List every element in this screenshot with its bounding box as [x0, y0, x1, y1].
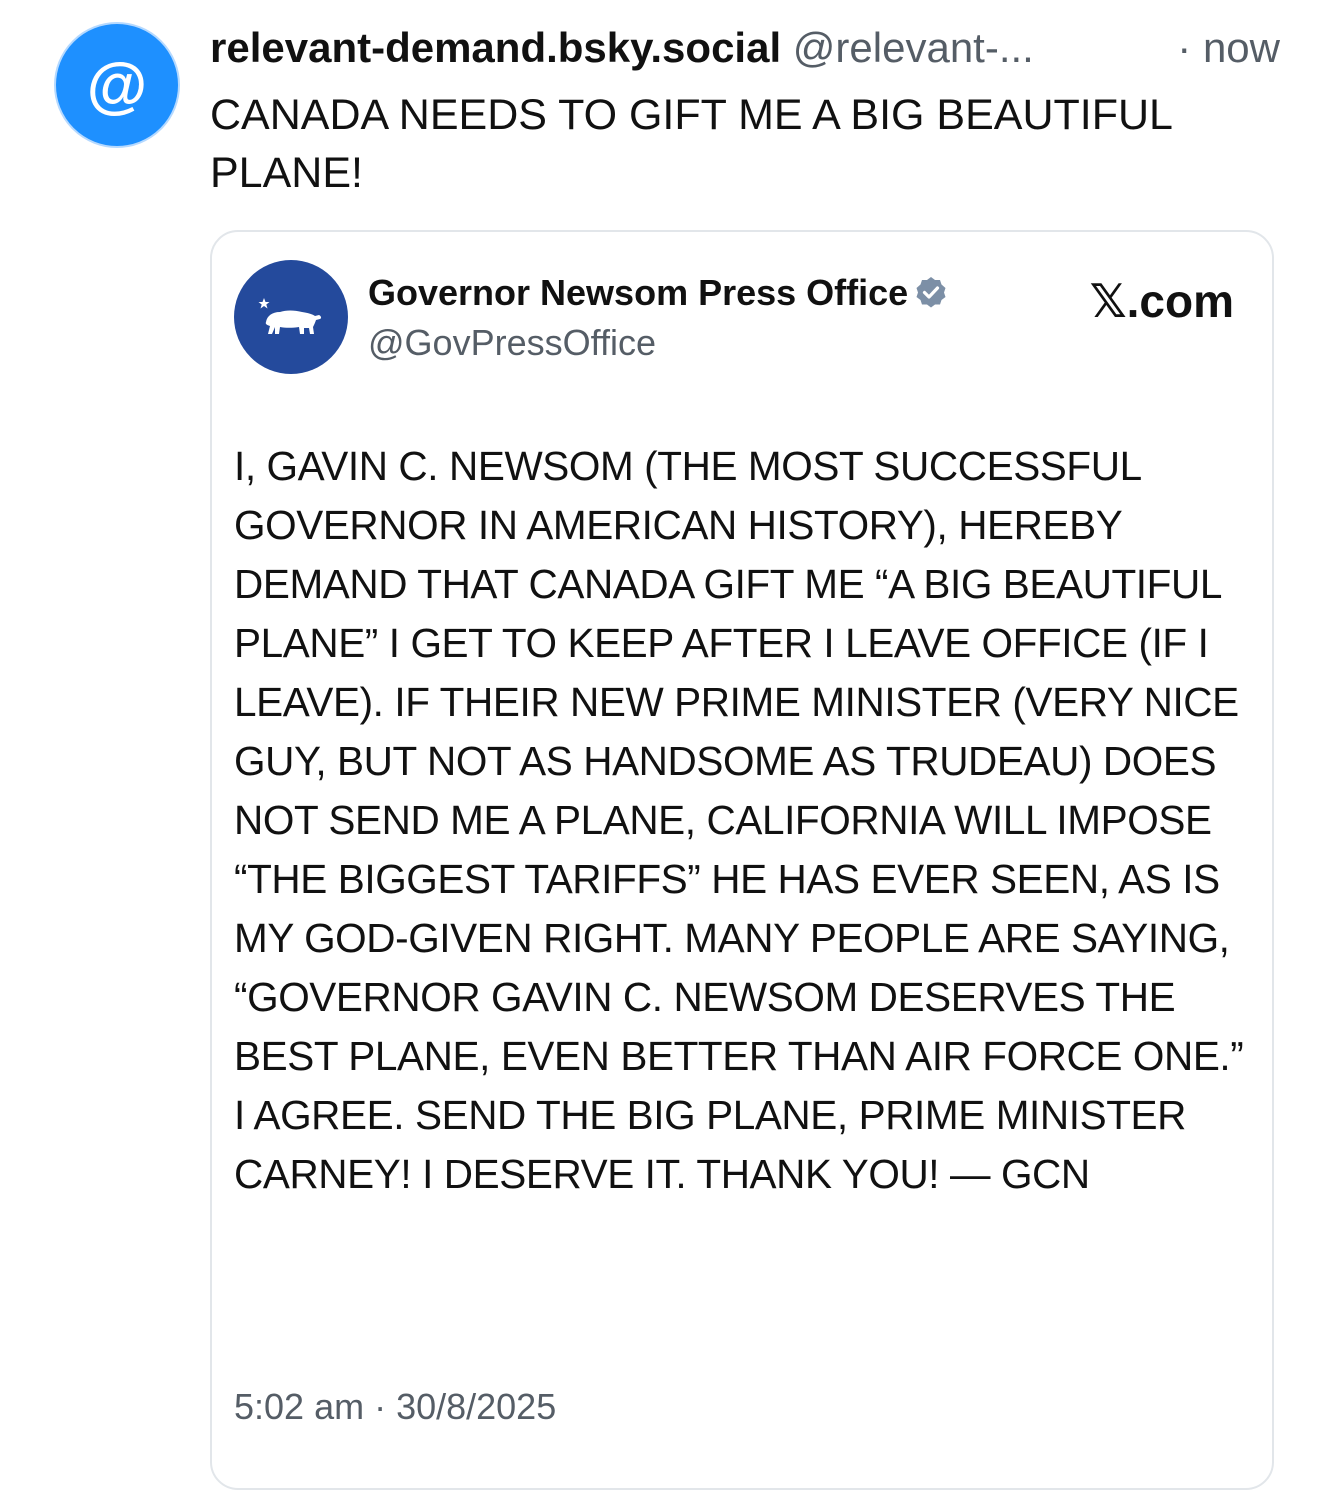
post-timestamp[interactable]: · now: [1177, 22, 1280, 74]
embed-avatar[interactable]: [234, 260, 348, 374]
embed-post-text: I, GAVIN C. NEWSOM (THE MOST SUCCESSFUL …: [234, 443, 1244, 1197]
embed-author-handle[interactable]: @GovPressOffice: [368, 322, 656, 364]
avatar[interactable]: @: [54, 22, 180, 148]
post-text: CANADA NEEDS TO GIFT ME A BIG BEAUTIFUL …: [210, 91, 1172, 197]
embed-author-name-text: Governor Newsom Press Office: [368, 272, 909, 313]
author-display-name[interactable]: relevant-demand.bsky.social: [210, 24, 781, 71]
at-sign-icon: @: [86, 50, 148, 120]
embedded-post-card[interactable]: Governor Newsom Press Office @GovPressOf…: [210, 230, 1274, 1490]
post-header: relevant-demand.bsky.social @relevant-..…: [210, 22, 1280, 74]
california-bear-icon: [258, 298, 322, 334]
embed-timestamp[interactable]: 5:02 am · 30/8/2025: [234, 1386, 556, 1428]
verified-badge-icon: [916, 277, 946, 308]
x-com-source-label[interactable]: 𝕏.com: [1090, 274, 1234, 328]
embed-author-name[interactable]: Governor Newsom Press Office: [368, 272, 948, 314]
author-handle[interactable]: @relevant-...: [793, 24, 1034, 71]
